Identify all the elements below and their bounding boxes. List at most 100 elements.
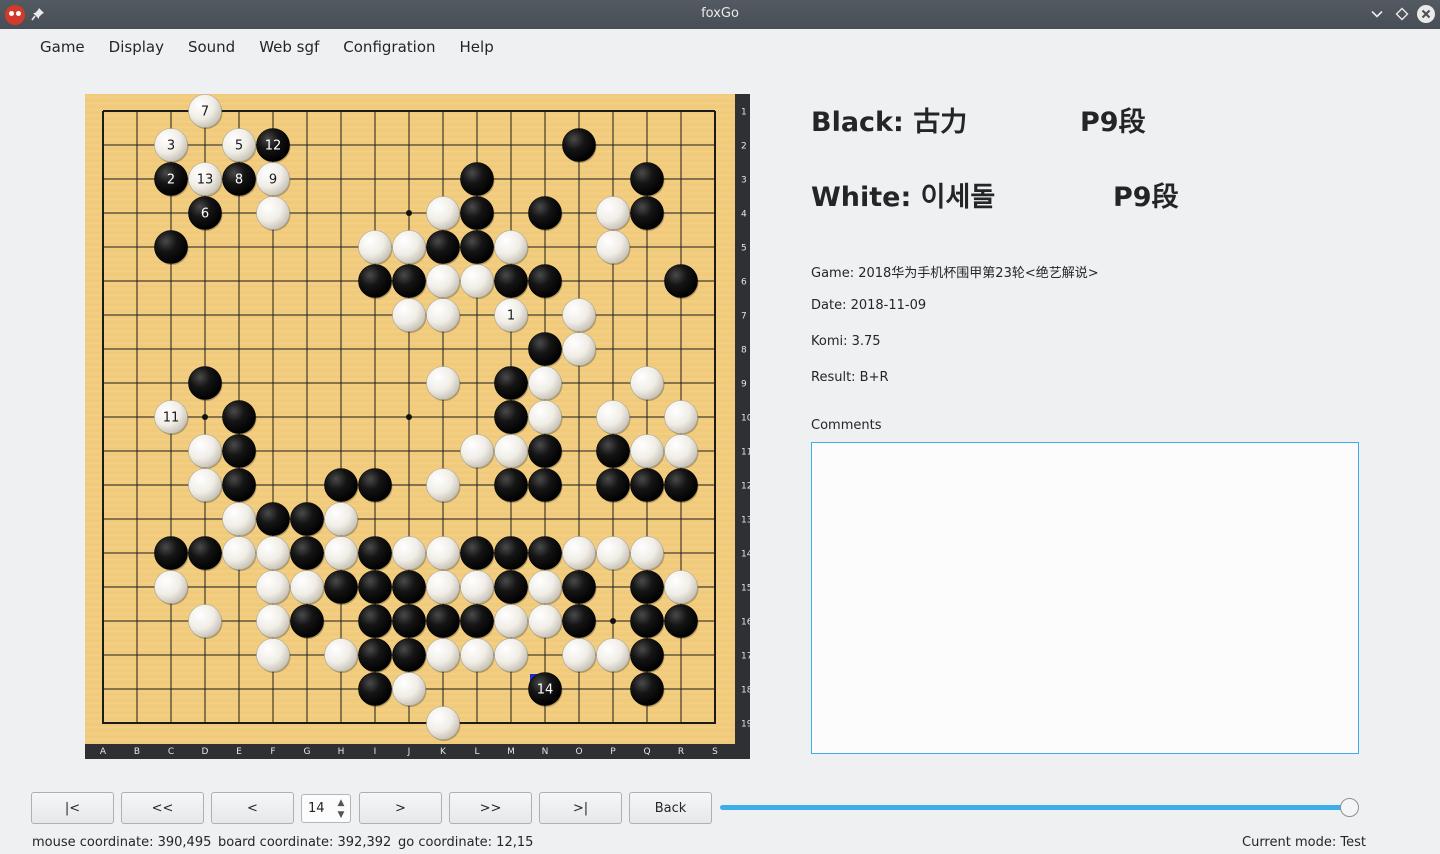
stone-body <box>392 638 426 672</box>
row-label: 11 <box>741 448 750 458</box>
move-number-label: 11 <box>163 411 180 426</box>
move-slider-track[interactable] <box>720 805 1350 810</box>
stone-body <box>630 196 664 230</box>
stone-body <box>630 536 664 570</box>
move-slider-handle[interactable] <box>1340 798 1359 817</box>
back-button[interactable]: Back <box>629 792 712 824</box>
stone-body <box>392 604 426 638</box>
first-move-button[interactable]: |< <box>31 792 114 824</box>
stone-body <box>596 230 630 264</box>
menu-configration[interactable]: Configration <box>331 36 447 58</box>
stone-body <box>460 638 494 672</box>
menu-help[interactable]: Help <box>448 36 506 58</box>
stone-body <box>528 196 562 230</box>
stone-body <box>596 434 630 468</box>
stone-body <box>494 434 528 468</box>
stone-body <box>290 570 324 604</box>
stone-body <box>324 502 358 536</box>
stone-body <box>426 366 460 400</box>
move-number-value: 14 <box>308 801 325 816</box>
row-label: 13 <box>741 516 750 526</box>
col-label: C <box>168 747 174 757</box>
col-label: R <box>678 747 684 757</box>
stone-body <box>256 502 290 536</box>
stone-body <box>494 468 528 502</box>
stone-body <box>562 536 596 570</box>
stone-body <box>528 536 562 570</box>
star-point <box>406 210 412 216</box>
menu-web-sgf[interactable]: Web sgf <box>247 36 331 58</box>
minimize-button[interactable] <box>1368 5 1386 23</box>
stone-body <box>426 638 460 672</box>
col-label: F <box>270 747 275 757</box>
board-canvas[interactable]: 12345678910111213141516171819 ABCDEFGHIJ… <box>85 94 750 759</box>
stone-body <box>358 604 392 638</box>
stone-body <box>630 468 664 502</box>
stone-body <box>494 230 528 264</box>
stone-body <box>494 400 528 434</box>
stone-body <box>290 604 324 638</box>
game-info: Game: 2018华为手机杯围甲第23轮<绝艺解说> <box>811 266 1099 281</box>
stone-body <box>392 570 426 604</box>
stone-body <box>392 672 426 706</box>
row-label: 10 <box>741 414 750 424</box>
go-coordinate-status: go coordinate: 12,15 <box>398 835 534 850</box>
prev-move-button[interactable]: < <box>211 792 294 824</box>
stone-body <box>188 604 222 638</box>
row-label: 6 <box>741 278 747 288</box>
current-mode-status: Current mode: Test <box>1242 835 1366 850</box>
spin-up-icon[interactable]: ▲ <box>335 797 347 809</box>
close-button[interactable] <box>1417 5 1435 23</box>
stone-body <box>562 570 596 604</box>
stone-body <box>596 400 630 434</box>
stone-body <box>664 264 698 298</box>
stone-body <box>494 604 528 638</box>
stone-body <box>528 468 562 502</box>
row-label: 3 <box>741 176 747 186</box>
date-info: Date: 2018-11-09 <box>811 298 927 313</box>
menu-sound[interactable]: Sound <box>176 36 247 58</box>
move-number-label: 14 <box>537 683 554 698</box>
stone-body <box>358 638 392 672</box>
move-number-label: 2 <box>167 173 175 188</box>
spin-down-icon[interactable]: ▼ <box>335 809 347 821</box>
move-number-label: 13 <box>197 173 214 188</box>
comments-textarea[interactable] <box>811 442 1359 754</box>
row-label: 12 <box>741 482 750 492</box>
board-coordinate-status: board coordinate: 392,392 <box>218 835 392 850</box>
last-move-button[interactable]: >| <box>539 792 622 824</box>
stone-body <box>562 128 596 162</box>
stone-body <box>324 468 358 502</box>
back-many-button[interactable]: << <box>121 792 204 824</box>
window-title: foxGo <box>701 6 739 21</box>
stone-body <box>256 196 290 230</box>
stone-body <box>596 196 630 230</box>
go-board[interactable]: 1 2 3 4 5 6 7 8 9 10 11 12 13 14 15 16 17 18 19 ABCDEFGHIJ… <box>85 94 750 759</box>
stone-body <box>392 536 426 570</box>
row-label: 16 <box>741 618 750 628</box>
row-label: 8 <box>741 346 747 356</box>
stone-body <box>188 468 222 502</box>
stone-body <box>494 264 528 298</box>
stone-body <box>358 468 392 502</box>
menu-game[interactable]: Game <box>28 36 97 58</box>
move-number-label: 12 <box>265 139 282 154</box>
col-label: Q <box>643 747 650 757</box>
row-label: 5 <box>741 244 747 254</box>
move-number-spinbox[interactable]: 14 ▲ ▼ <box>301 794 351 823</box>
row-label: 9 <box>741 380 747 390</box>
forward-many-button[interactable]: >> <box>449 792 532 824</box>
stone-body <box>528 570 562 604</box>
move-number-label: 9 <box>269 173 277 188</box>
menu-display[interactable]: Display <box>97 36 176 58</box>
move-number-label: 7 <box>201 105 209 120</box>
stone-body <box>290 536 324 570</box>
stone-body <box>528 604 562 638</box>
stone-body <box>188 366 222 400</box>
row-label: 14 <box>741 550 750 560</box>
close-icon <box>1421 9 1431 19</box>
next-move-button[interactable]: > <box>359 792 442 824</box>
col-label: E <box>236 747 242 757</box>
maximize-button[interactable] <box>1393 5 1411 23</box>
stone-body <box>358 230 392 264</box>
